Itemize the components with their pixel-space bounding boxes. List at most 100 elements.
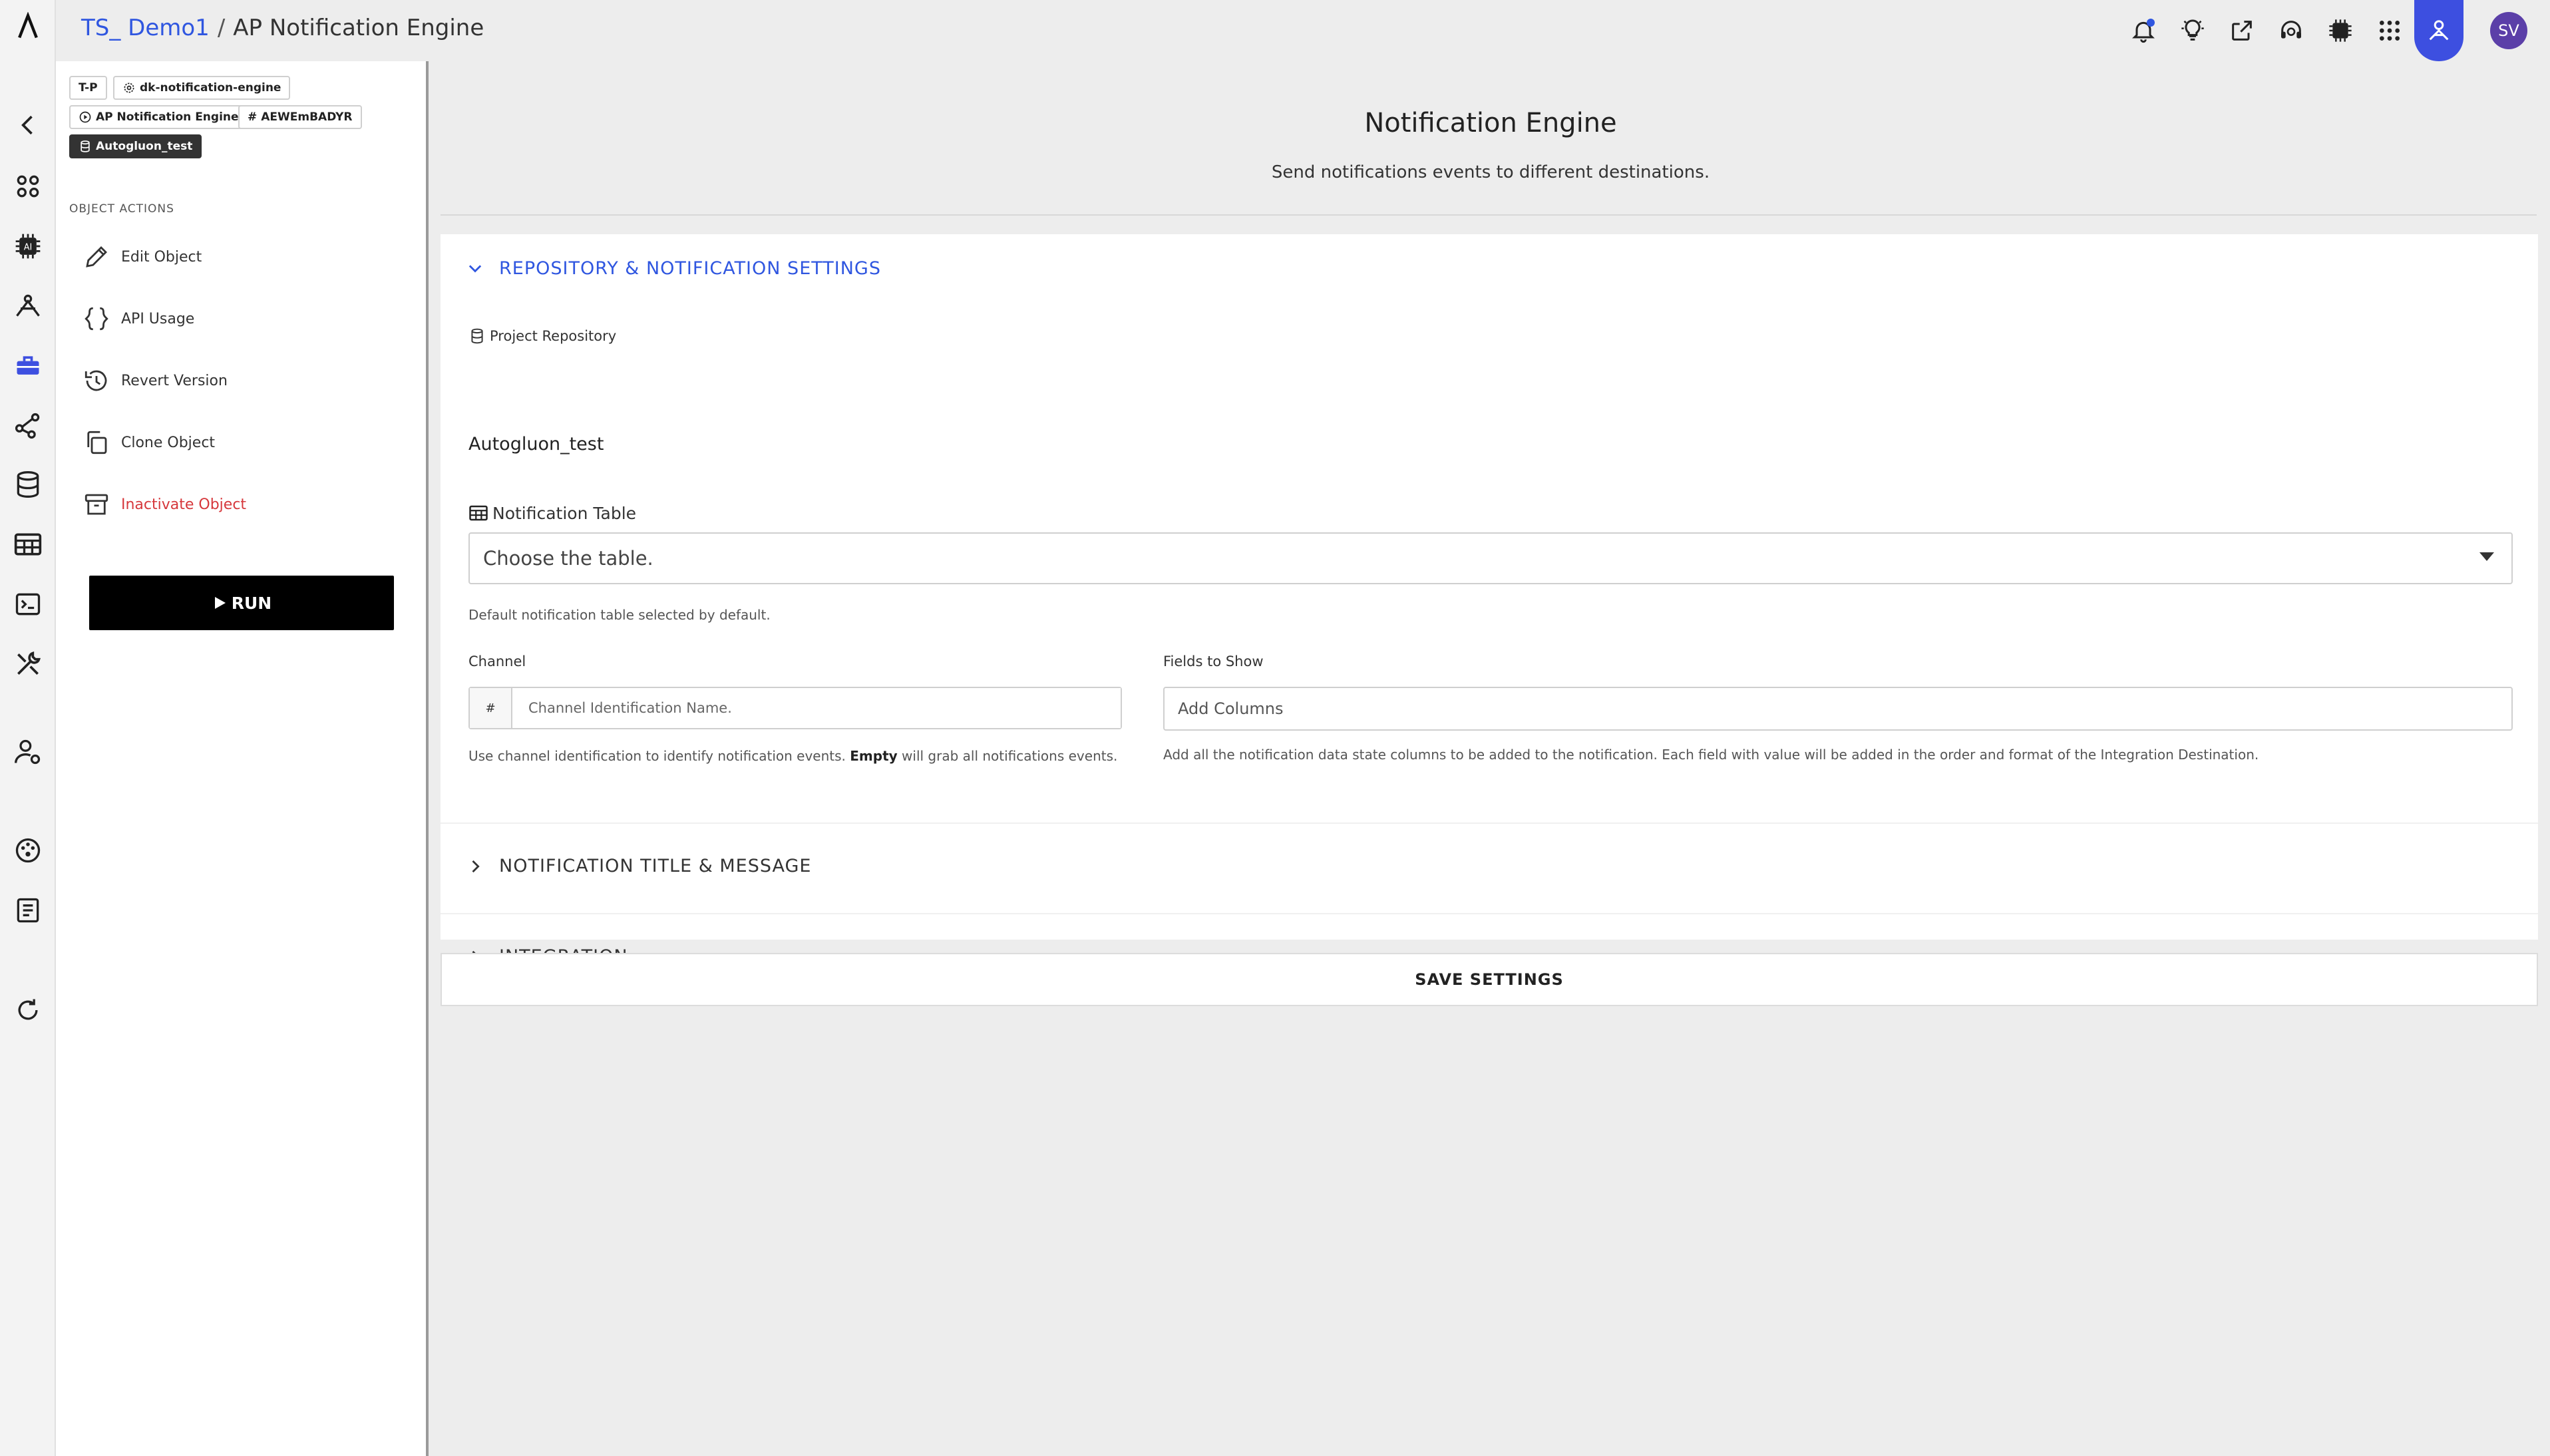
- toolbox-icon[interactable]: [9, 347, 47, 385]
- revert-version-label: Revert Version: [121, 372, 228, 389]
- notification-table-label: Notification Table: [468, 503, 636, 523]
- channel-input[interactable]: [512, 688, 1121, 728]
- accordion-separator: [441, 822, 2538, 824]
- notification-table-label-text: Notification Table: [492, 503, 637, 523]
- notification-dot: [2147, 19, 2155, 27]
- title-message-accordion[interactable]: NOTIFICATION TITLE & MESSAGE: [466, 856, 812, 876]
- repository-settings-accordion[interactable]: REPOSITORY & NOTIFICATION SETTINGS: [466, 258, 881, 279]
- pencil-icon: [86, 246, 107, 268]
- database-icon[interactable]: [9, 466, 47, 503]
- inactivate-object-action[interactable]: Inactivate Object: [83, 484, 246, 524]
- accordion-separator: [441, 913, 2538, 914]
- dashboard-icon[interactable]: [9, 168, 47, 205]
- tag-engine-id-label: dk-notification-engine: [140, 81, 281, 94]
- caret-down-icon: [2479, 552, 2494, 561]
- hash-icon: #: [248, 110, 258, 124]
- tag-tp-label: T-P: [79, 81, 98, 94]
- add-columns-input[interactable]: [1165, 688, 2511, 729]
- apps-grid-icon[interactable]: [2365, 0, 2414, 61]
- run-label: RUN: [231, 593, 272, 613]
- breadcrumb-current: AP Notification Engine: [233, 15, 484, 41]
- clone-object-label: Clone Object: [121, 434, 216, 451]
- tag-engine-id[interactable]: dk-notification-engine: [113, 76, 291, 100]
- project-repository-label: Project Repository: [468, 327, 616, 345]
- api-usage-action[interactable]: API Usage: [83, 299, 194, 339]
- object-actions-heading: OBJECT ACTIONS: [69, 202, 174, 216]
- tag-hash-id[interactable]: # AEWEmBADYR: [238, 105, 362, 129]
- tools-icon[interactable]: [9, 645, 47, 683]
- bell-icon[interactable]: [2119, 0, 2168, 61]
- edit-object-label: Edit Object: [121, 248, 202, 266]
- tag-tp[interactable]: T-P: [69, 76, 107, 100]
- notification-table-placeholder: Choose the table.: [483, 547, 653, 570]
- docs-icon[interactable]: [9, 892, 47, 929]
- avatar[interactable]: SV: [2490, 12, 2527, 49]
- project-repository-label-text: Project Repository: [490, 328, 617, 344]
- svg-text:AI: AI: [24, 243, 33, 253]
- header-actions: SV: [2119, 0, 2550, 61]
- graph-icon[interactable]: [9, 407, 47, 445]
- breadcrumb: TS_ Demo1 / AP Notification Engine: [81, 15, 484, 41]
- chevron-right-icon: [472, 860, 480, 872]
- header-divider: [441, 214, 2537, 216]
- palette-icon[interactable]: [9, 832, 47, 869]
- braces-icon: [85, 307, 108, 331]
- channel-label: Channel: [468, 653, 526, 669]
- channel-prefix: #: [470, 688, 512, 728]
- database-icon: [81, 140, 90, 152]
- fields-to-show-label: Fields to Show: [1163, 653, 1264, 669]
- database-icon: [471, 328, 483, 344]
- breadcrumb-separator: /: [217, 15, 226, 41]
- settings-card: REPOSITORY & NOTIFICATION SETTINGS Proje…: [441, 234, 2538, 967]
- fields-to-show-hint: Add all the notification data state colu…: [1163, 747, 2259, 763]
- top-header: TS_ Demo1 / AP Notification Engine SV: [56, 0, 2550, 61]
- history-icon: [85, 370, 107, 391]
- archive-icon: [85, 494, 108, 515]
- breadcrumb-project-link[interactable]: TS_ Demo1: [81, 15, 210, 41]
- logo-icon[interactable]: [9, 8, 47, 45]
- settings-icon: [124, 83, 134, 93]
- tag-repository-label: Autogluon_test: [96, 140, 193, 153]
- copy-icon: [87, 431, 107, 455]
- icon-rail: AI: [0, 0, 56, 1456]
- run-button[interactable]: RUN: [89, 576, 394, 630]
- page-subtitle: Send notifications events to different d…: [1271, 162, 1710, 182]
- lightbulb-icon[interactable]: [2168, 0, 2217, 61]
- terminal-icon[interactable]: [9, 586, 47, 623]
- tag-hash-id-label: AEWEmBADYR: [261, 110, 353, 124]
- page-title: Notification Engine: [1364, 108, 1617, 138]
- user-icon[interactable]: [2414, 0, 2463, 61]
- share-icon[interactable]: [2217, 0, 2267, 61]
- inactivate-object-label: Inactivate Object: [121, 496, 247, 513]
- revert-version-action[interactable]: Revert Version: [83, 361, 228, 401]
- model-icon[interactable]: [9, 287, 47, 325]
- tag-engine-name-label: AP Notification Engine: [96, 110, 239, 124]
- edit-object-action[interactable]: Edit Object: [83, 237, 202, 277]
- back-icon[interactable]: [9, 106, 47, 144]
- object-side-panel: T-P dk-notification-engine AP Notificati…: [56, 61, 429, 1456]
- api-usage-label: API Usage: [121, 310, 195, 327]
- save-settings-button[interactable]: SAVE SETTINGS: [441, 953, 2538, 1006]
- channel-hint-before: Use channel identification to identify n…: [468, 748, 846, 764]
- notification-table-select[interactable]: Choose the table.: [468, 532, 2513, 584]
- clone-object-action[interactable]: Clone Object: [83, 423, 215, 462]
- table-icon: [469, 505, 488, 521]
- repository-settings-title: REPOSITORY & NOTIFICATION SETTINGS: [499, 258, 881, 279]
- channel-hint: Use channel identification to identify n…: [468, 748, 1117, 764]
- ai-icon[interactable]: AI: [9, 228, 47, 265]
- support-icon[interactable]: [2267, 0, 2316, 61]
- channel-hint-after: will grab all notifications events.: [902, 748, 1118, 764]
- channel-field: #: [468, 687, 1122, 729]
- project-repository-value: Autogluon_test: [468, 434, 604, 455]
- play-icon: [214, 597, 226, 609]
- tag-repository[interactable]: Autogluon_test: [69, 134, 202, 158]
- notification-table-hint: Default notification table selected by d…: [468, 607, 771, 623]
- fields-to-show-field: [1163, 687, 2513, 731]
- tag-engine-name[interactable]: AP Notification Engine: [69, 105, 248, 129]
- chip-icon[interactable]: [2316, 0, 2365, 61]
- target-icon: [79, 111, 91, 123]
- user-settings-icon[interactable]: [9, 733, 47, 771]
- title-message-title: NOTIFICATION TITLE & MESSAGE: [499, 856, 812, 876]
- refresh-icon[interactable]: [9, 992, 47, 1029]
- table-icon[interactable]: [9, 526, 47, 563]
